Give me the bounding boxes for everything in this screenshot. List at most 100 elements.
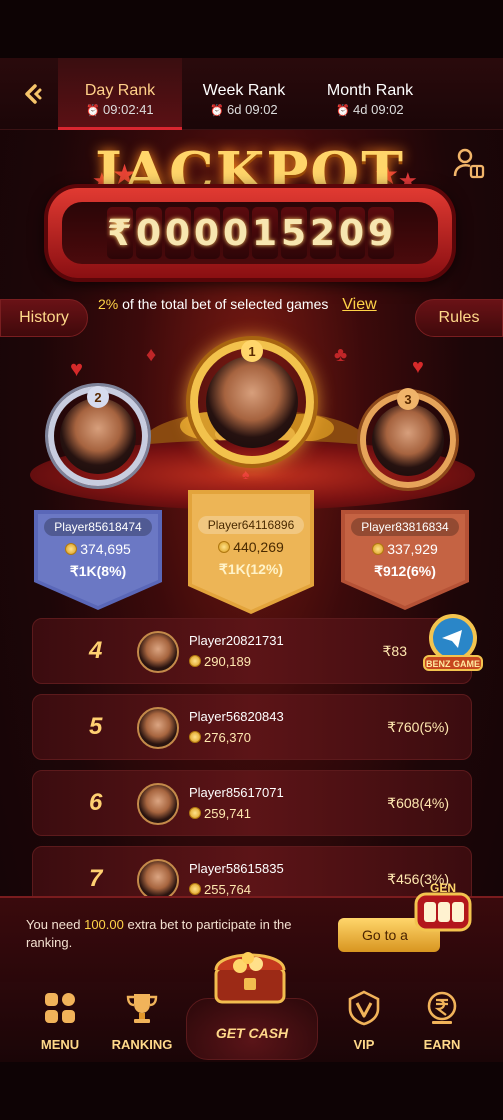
clock-icon: ⏰ (210, 105, 225, 117)
system-bottom-area (0, 1062, 503, 1120)
tab-day-rank[interactable]: Day Rank ⏰ 09:02:41 (58, 58, 182, 130)
nav-vip[interactable]: VIP (324, 990, 404, 1052)
coin-icon (65, 543, 78, 555)
coin-icon (189, 655, 201, 667)
row-avatar (137, 859, 179, 901)
tab-label: Month Rank (326, 82, 414, 99)
avatar-rank-1[interactable] (206, 356, 298, 448)
history-button[interactable]: History (0, 299, 88, 337)
clock-icon: ⏰ (336, 105, 351, 117)
clock-icon: ⏰ (86, 105, 101, 117)
rank-row[interactable]: 6 Player85617071 259,741 ₹608(4%) (32, 770, 472, 836)
heart-icon: ♥ (412, 356, 424, 378)
rank-3-badge: 3 (397, 388, 419, 410)
row-coins-wrap: 255,764 (189, 882, 251, 897)
jackpot-note-text: of the total bet of selected games (122, 296, 329, 312)
status-bar-area (0, 0, 503, 60)
rupee-coin-icon (427, 991, 457, 1024)
nav-menu[interactable]: MENU (20, 990, 100, 1052)
player-name: Player85618474 (44, 518, 152, 536)
notice-text-before: You need (26, 917, 85, 932)
spade-icon: ♠ (242, 466, 250, 482)
row-coins-wrap: 259,741 (189, 806, 251, 821)
row-avatar (137, 783, 179, 825)
jackpot-counter: ₹ 000015209 (48, 188, 452, 278)
ranking-page: Day Rank ⏰ 09:02:41 Week Rank ⏰ 6d 09:02 M… (0, 0, 503, 1120)
row-rank: 5 (89, 713, 103, 740)
heart-icon: ♥ (70, 356, 84, 381)
user-gift-icon[interactable] (452, 146, 486, 180)
back-arrow-icon (25, 84, 42, 104)
benz-game-badge[interactable]: BENZ GAME (420, 610, 486, 676)
row-player: Player58615835 (189, 861, 284, 876)
jackpot-digit: 0 (135, 207, 162, 259)
rank-2-badge: 2 (87, 386, 109, 408)
jackpot-percent: 2% (98, 296, 119, 312)
player-prize: ₹912(6%) (374, 563, 436, 579)
coin-icon (189, 731, 201, 743)
jackpot-digit: 1 (251, 207, 278, 259)
nav-label: EARN (423, 1037, 461, 1052)
row-coins: 255,764 (204, 882, 251, 897)
row-coins: 290,189 (204, 654, 251, 669)
avatar-rank-2[interactable] (60, 398, 136, 474)
rank-header: Day Rank ⏰ 09:02:41 Week Rank ⏰ 6d 09:02 M… (0, 58, 503, 130)
row-prize: ₹760(5%) (387, 719, 449, 735)
vip-shield-icon (348, 990, 380, 1026)
jackpot-digit: 0 (338, 207, 365, 259)
tab-label: Week Rank (202, 82, 286, 99)
jackpot-note: 2% of the total bet of selected games Vi… (98, 296, 377, 314)
coin-icon (372, 543, 385, 555)
player-name: Player83816834 (351, 518, 459, 536)
view-link[interactable]: View (342, 296, 376, 313)
nav-label: RANKING (111, 1037, 173, 1052)
podium-card-rank-2[interactable]: Player85618474 374,695 ₹1K(8%) (34, 510, 162, 580)
jackpot-digit: 9 (367, 207, 394, 259)
rank-row[interactable]: 4 Player20821731 290,189 ₹83 (32, 618, 472, 684)
row-coins-wrap: 290,189 (189, 654, 251, 669)
trophy-icon (126, 994, 158, 1023)
menu-grid-icon (45, 993, 75, 1023)
row-player: Player20821731 (189, 633, 284, 648)
nav-ranking[interactable]: RANKING (102, 990, 182, 1052)
gen-slot-badge[interactable]: GEN (412, 880, 474, 942)
tab-timer: ⏰ 4d 09:02 (312, 102, 428, 117)
tab-week-rank[interactable]: Week Rank ⏰ 6d 09:02 (186, 58, 302, 130)
benz-label: BENZ GAME (426, 659, 480, 669)
jackpot-digit: 0 (193, 207, 220, 259)
coin-icon (189, 883, 201, 895)
gen-label: GEN (430, 881, 456, 895)
club-icon: ♣ (334, 344, 348, 366)
row-coins: 276,370 (204, 730, 251, 745)
row-player: Player56820843 (189, 709, 284, 724)
tab-month-rank[interactable]: Month Rank ⏰ 4d 09:02 (312, 58, 428, 130)
nav-earn[interactable]: EARN (402, 990, 482, 1052)
jackpot-digit: 5 (280, 207, 307, 259)
diamond-icon: ♦ (146, 344, 157, 366)
podium-card-rank-3[interactable]: Player83816834 337,929 ₹912(6%) (341, 510, 469, 580)
coin-icon (218, 541, 231, 553)
back-button[interactable] (14, 76, 50, 112)
jackpot-digit: 0 (164, 207, 191, 259)
notice-amount: 100.00 (84, 917, 124, 932)
row-player: Player85617071 (189, 785, 284, 800)
nav-label: VIP (353, 1037, 375, 1052)
row-rank: 4 (89, 637, 103, 664)
player-coins: 440,269 (233, 539, 284, 555)
row-coins: 259,741 (204, 806, 251, 821)
nav-label: MENU (40, 1037, 80, 1052)
player-prize: ₹1K(8%) (69, 563, 127, 579)
avatar-rank-3[interactable] (372, 404, 444, 476)
rank-row[interactable]: 5 Player56820843 276,370 ₹760(5%) (32, 694, 472, 760)
rank-1-badge: 1 (241, 340, 263, 362)
user-icon (453, 148, 485, 179)
player-coins: 374,695 (80, 541, 131, 557)
row-prize: ₹83 (382, 643, 407, 659)
jackpot-digit: 2 (309, 207, 336, 259)
timer-text: 09:02:41 (103, 102, 154, 117)
treasure-chest-icon[interactable] (200, 938, 300, 1008)
player-prize: ₹1K(12%) (218, 561, 284, 577)
jackpot-currency: ₹ (106, 207, 133, 259)
rules-button[interactable]: Rules (415, 299, 503, 337)
podium-card-rank-1[interactable]: Player64116896 440,269 ₹1K(12%) (188, 508, 314, 578)
